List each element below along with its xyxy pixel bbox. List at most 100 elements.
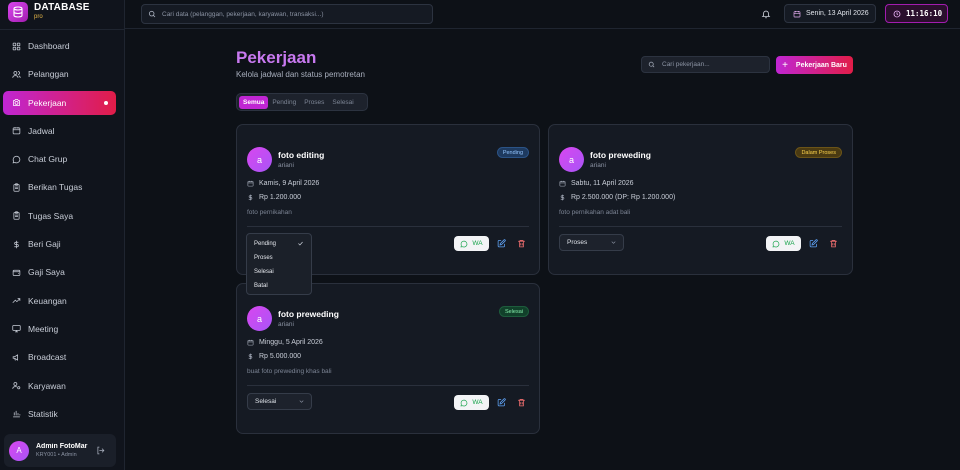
page-title: Pekerjaan bbox=[236, 48, 317, 67]
new-job-button[interactable]: + Pekerjaan Baru bbox=[776, 56, 853, 74]
dropdown-option-proses[interactable]: Proses bbox=[247, 251, 311, 265]
trash-icon[interactable] bbox=[517, 239, 526, 248]
job-note: foto pernikahan adat bali bbox=[559, 209, 631, 216]
trash-icon[interactable] bbox=[829, 239, 838, 248]
sidebar-item-label: Keuangan bbox=[28, 295, 67, 306]
calendar-icon bbox=[12, 127, 21, 135]
job-card: a foto preweding ariani Selesai Minggu, … bbox=[236, 283, 540, 434]
sidebar-item-label: Dashboard bbox=[28, 41, 70, 51]
sidebar-item-label: Beri Gaji bbox=[28, 239, 61, 250]
whatsapp-button[interactable]: WA bbox=[454, 236, 489, 251]
whatsapp-icon bbox=[460, 399, 468, 406]
bell-icon[interactable] bbox=[761, 9, 771, 19]
tab-pending[interactable]: Pending bbox=[268, 96, 300, 109]
sidebar-item-pekerjaan[interactable]: Pekerjaan bbox=[3, 90, 116, 115]
logout-icon[interactable] bbox=[96, 446, 105, 455]
whatsapp-button[interactable]: WA bbox=[454, 395, 489, 410]
check-icon bbox=[298, 241, 303, 246]
edit-icon[interactable] bbox=[497, 239, 506, 248]
job-date-row: Minggu, 5 April 2026 bbox=[247, 339, 323, 346]
sidebar-item-keuangan[interactable]: Keuangan bbox=[3, 289, 116, 313]
calendar-icon bbox=[247, 339, 254, 346]
new-job-label: Pekerjaan Baru bbox=[795, 61, 847, 69]
avatar: a bbox=[247, 306, 272, 331]
sidebar-item-label: Karyawan bbox=[28, 380, 66, 391]
status-select[interactable]: Proses bbox=[559, 234, 624, 251]
dollar-icon bbox=[560, 194, 565, 201]
tab-semua[interactable]: Semua bbox=[239, 95, 269, 109]
calendar-icon bbox=[247, 180, 254, 187]
sidebar-nav: Dashboard Pelanggan Pekerjaan Jadwal Cha… bbox=[3, 34, 116, 430]
tab-selesai[interactable]: Selesai bbox=[328, 96, 357, 109]
status-select[interactable]: Selesai bbox=[247, 393, 312, 410]
sidebar-item-pelanggan[interactable]: Pelanggan bbox=[3, 62, 116, 86]
dropdown-option-pending[interactable]: Pending bbox=[247, 237, 311, 251]
user-card[interactable]: A Admin FotoMar KRY001 • Admin bbox=[4, 434, 116, 467]
grid-icon bbox=[12, 42, 21, 50]
clipboard-icon bbox=[13, 211, 20, 220]
whatsapp-label: WA bbox=[472, 399, 483, 406]
sidebar-item-jadwal[interactable]: Jadwal bbox=[3, 119, 116, 143]
dropdown-option-selesai[interactable]: Selesai bbox=[247, 265, 311, 279]
job-search-input[interactable]: Cari pekerjaan... bbox=[641, 56, 770, 73]
job-price-row: Rp 2.500.000 (DP: Rp 1.200.000) bbox=[559, 194, 675, 201]
bar-chart-icon bbox=[13, 411, 21, 418]
brand[interactable]: DATABASE pro bbox=[8, 2, 90, 22]
sidebar-item-label: Broadcast bbox=[28, 352, 67, 363]
whatsapp-label: WA bbox=[472, 240, 483, 247]
sidebar-item-label: Pekerjaan bbox=[28, 97, 67, 108]
user-cog-icon bbox=[12, 382, 21, 390]
dropdown-option-label: Proses bbox=[254, 255, 273, 261]
sidebar-item-broadcast[interactable]: Broadcast bbox=[3, 345, 116, 369]
sidebar-item-beri-gaji[interactable]: Beri Gaji bbox=[3, 232, 116, 256]
clock-icon bbox=[893, 10, 901, 17]
database-icon bbox=[8, 2, 28, 22]
job-title: foto editing bbox=[278, 150, 325, 160]
edit-icon[interactable] bbox=[497, 398, 506, 407]
dropdown-option-label: Selesai bbox=[254, 269, 274, 275]
status-tabs: Semua Pending Proses Selesai bbox=[236, 93, 368, 111]
avatar: A bbox=[9, 440, 29, 461]
sidebar-item-label: Chat Grup bbox=[28, 154, 68, 165]
job-title: foto preweding bbox=[590, 150, 651, 160]
dropdown-option-batal[interactable]: Batal bbox=[247, 279, 311, 293]
trash-icon[interactable] bbox=[517, 398, 526, 407]
search-icon bbox=[148, 10, 156, 18]
sidebar-item-meeting[interactable]: Meeting bbox=[3, 317, 116, 341]
dropdown-option-label: Pending bbox=[254, 241, 277, 247]
status-badge: Dalam Proses bbox=[795, 147, 842, 158]
calendar-icon bbox=[793, 10, 801, 17]
job-date: Kamis, 9 April 2026 bbox=[259, 180, 320, 187]
job-price: Rp 1.200.000 bbox=[259, 194, 302, 201]
whatsapp-label: WA bbox=[784, 240, 795, 247]
sidebar-item-statistik[interactable]: Statistik bbox=[3, 402, 116, 426]
dollar-icon bbox=[248, 353, 253, 360]
global-search-input[interactable]: Cari data (pelanggan, pekerjaan, karyawa… bbox=[141, 4, 433, 24]
sidebar-item-tugas-saya[interactable]: Tugas Saya bbox=[3, 204, 116, 228]
avatar: a bbox=[247, 147, 272, 172]
status-select-value: Selesai bbox=[255, 398, 277, 405]
whatsapp-icon bbox=[772, 240, 780, 247]
job-price-row: Rp 5.000.000 bbox=[247, 353, 301, 360]
job-card: a foto preweding ariani Dalam Proses Sab… bbox=[548, 124, 853, 275]
status-badge: Pending bbox=[496, 147, 529, 158]
job-client: ariani bbox=[278, 321, 294, 328]
sidebar-item-berikan-tugas[interactable]: Berikan Tugas bbox=[3, 175, 116, 199]
tab-proses[interactable]: Proses bbox=[300, 96, 328, 109]
users-icon bbox=[12, 70, 21, 78]
plus-icon: + bbox=[782, 59, 788, 71]
edit-icon[interactable] bbox=[809, 239, 818, 248]
whatsapp-button[interactable]: WA bbox=[766, 236, 801, 251]
card-divider bbox=[247, 385, 529, 386]
sidebar-item-dashboard[interactable]: Dashboard bbox=[3, 34, 116, 58]
sidebar: DATABASE pro Dashboard Pelanggan Pekerja… bbox=[0, 0, 125, 470]
sidebar-item-gaji-saya[interactable]: Gaji Saya bbox=[3, 260, 116, 284]
trending-icon bbox=[12, 298, 21, 304]
chat-icon bbox=[12, 155, 21, 164]
date-text: Senin, 13 April 2026 bbox=[806, 10, 869, 17]
brand-sub: pro bbox=[34, 14, 43, 20]
brand-name: DATABASE bbox=[34, 2, 90, 13]
sidebar-item-karyawan[interactable]: Karyawan bbox=[3, 374, 116, 398]
sidebar-item-chat-grup[interactable]: Chat Grup bbox=[3, 147, 116, 171]
date-display: Senin, 13 April 2026 bbox=[784, 4, 876, 23]
